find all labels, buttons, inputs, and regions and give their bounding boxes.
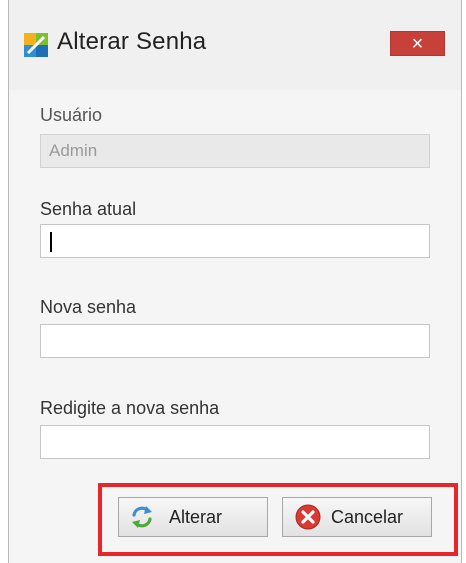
close-button[interactable]: × [390,31,445,56]
cancelar-label: Cancelar [331,506,404,527]
window-title: Alterar Senha [57,28,207,55]
alterar-label: Alterar [169,506,223,527]
nova-senha-field[interactable] [40,324,430,358]
cancelar-button[interactable]: Cancelar [282,497,432,537]
usuario-label: Usuário [40,105,103,125]
redigite-senha-field[interactable] [40,425,430,459]
change-password-dialog: Alterar Senha × [8,0,462,563]
text-cursor [50,232,52,252]
alterar-button[interactable]: Alterar [118,497,268,537]
redigite-senha-label: Redigite a nova senha [40,398,220,418]
senha-atual-field[interactable] [40,224,430,258]
close-icon: × [411,32,424,55]
nova-senha-label: Nova senha [40,297,137,317]
senha-atual-label: Senha atual [40,199,137,219]
cancel-icon [295,504,321,530]
usuario-value: Admin [49,141,98,160]
title-bar[interactable]: Alterar Senha × [9,0,461,90]
usuario-field: Admin [40,134,430,168]
refresh-icon [132,506,152,528]
app-icon [24,33,48,57]
